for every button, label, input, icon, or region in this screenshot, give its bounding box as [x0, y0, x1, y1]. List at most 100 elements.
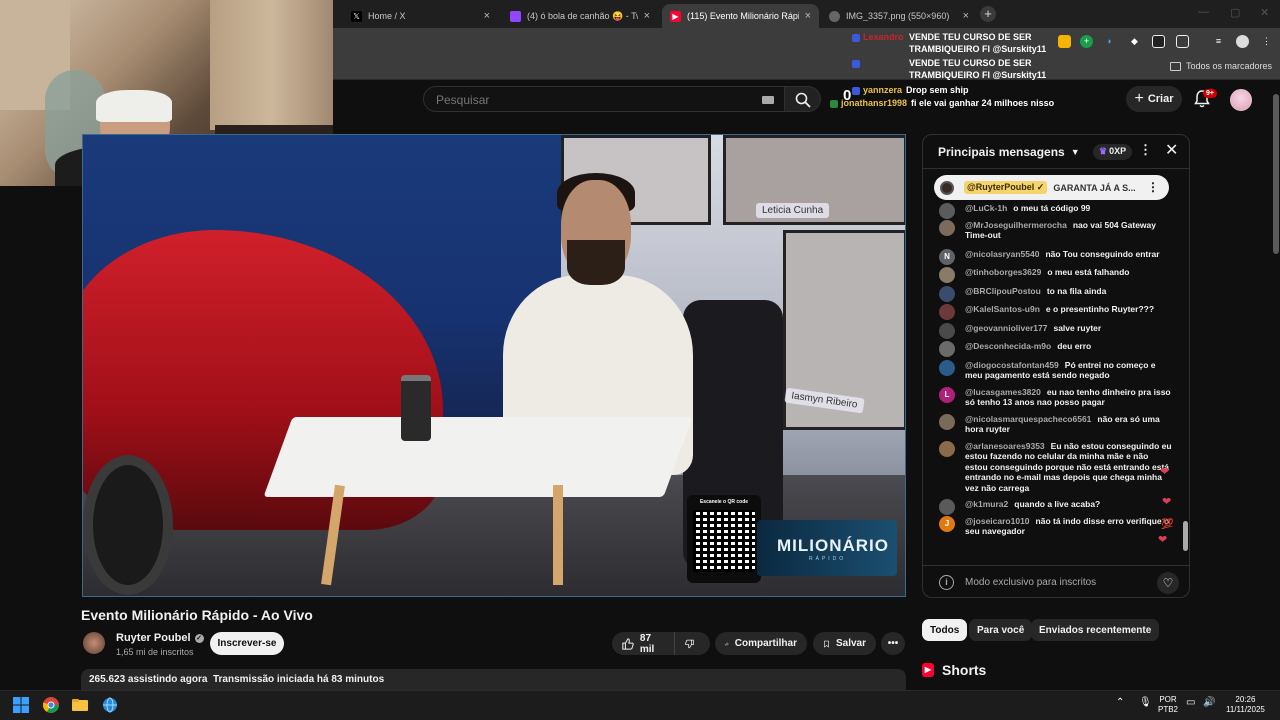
- video-player[interactable]: Leticia Cunha Iasmyn Ribeiro Escaneie o …: [82, 134, 906, 597]
- close-icon[interactable]: ×: [484, 10, 490, 22]
- tab-youtube-active[interactable]: ▶ (115) Evento Milionário Rápido ×: [662, 4, 819, 28]
- save-button[interactable]: Salvar: [813, 632, 876, 655]
- search-input[interactable]: [436, 92, 736, 108]
- close-chat-icon[interactable]: ✕: [1165, 140, 1178, 160]
- more-actions-button[interactable]: •••: [881, 632, 905, 655]
- chat-message[interactable]: @KalelSantos-u9n e o presentinho Ruyter??…: [937, 304, 1172, 320]
- chat-username[interactable]: @nicolasryan5540: [965, 249, 1039, 259]
- subscribe-button[interactable]: Inscrever-se: [210, 632, 284, 655]
- chat-mode-dropdown[interactable]: Principais mensagens ▼: [938, 145, 1080, 159]
- extension-icon[interactable]: ◆: [1128, 35, 1141, 48]
- chat-text: o meu tá código 99: [1013, 203, 1091, 213]
- chat-message[interactable]: @tinhoborges3629 o meu está falhando: [937, 267, 1172, 283]
- chat-username[interactable]: @KalelSantos-u9n: [965, 304, 1040, 314]
- chat-message[interactable]: @LuCk-1h o meu tá código 99: [937, 203, 1172, 219]
- language-indicator[interactable]: POR PTB2: [1158, 695, 1178, 715]
- xp-badge[interactable]: ♛ 0XP: [1093, 144, 1133, 160]
- badge-icon: [852, 33, 860, 42]
- chip-enviados-recentemente[interactable]: Enviados recentemente: [1031, 619, 1160, 641]
- tab-twitch[interactable]: (4) ó bola de canhão 😝 - Twitch ×: [502, 4, 658, 28]
- chat-username[interactable]: @k1mura2: [965, 499, 1008, 509]
- chat-username[interactable]: @tinhoborges3629: [965, 267, 1041, 277]
- avatar: [939, 285, 955, 302]
- menu-kebab-icon[interactable]: ⋮: [1260, 35, 1273, 48]
- puzzle-icon[interactable]: [1176, 35, 1189, 48]
- chat-username[interactable]: @diogocostafontan459: [965, 360, 1059, 370]
- chat-username[interactable]: @MrJoseguilhermerocha: [965, 220, 1067, 230]
- chat-username[interactable]: @arlanesoares9353: [965, 441, 1045, 451]
- overlay-chat-text: VENDE TEU CURSO DE SER: [909, 32, 1032, 42]
- description-box[interactable]: 265.623 assistindo agora Transmissão ini…: [81, 669, 906, 691]
- chat-message[interactable]: @arlanesoares9353 Eu não estou conseguind…: [937, 440, 1172, 494]
- close-icon[interactable]: ×: [805, 10, 811, 22]
- page-scroll-thumb[interactable]: [1273, 94, 1279, 254]
- tray-chevron-up-icon[interactable]: ⌃: [1116, 698, 1124, 708]
- search-button[interactable]: [785, 86, 821, 112]
- chat-scroll-thumb[interactable]: [1183, 521, 1188, 551]
- channel-name[interactable]: Ruyter Poubel ✓: [116, 632, 204, 644]
- chat-message[interactable]: @MrJoseguilhermerocha nao vai 504 Gateway…: [937, 219, 1172, 241]
- extension-icon[interactable]: ◗: [1103, 35, 1116, 48]
- chat-message[interactable]: @geovannioliver177 salve ruyter: [937, 322, 1172, 339]
- extension-icon[interactable]: +: [1080, 35, 1093, 48]
- chat-username[interactable]: @BRClipouPostou: [965, 286, 1041, 296]
- chat-message[interactable]: @nicolasmarquespacheco6561 não era só uma…: [937, 413, 1172, 435]
- chat-menu-icon[interactable]: ⋮: [1139, 142, 1152, 158]
- close-icon[interactable]: ×: [644, 10, 650, 22]
- network-icon[interactable]: ▭: [1186, 698, 1195, 708]
- new-tab-button[interactable]: +: [980, 6, 996, 22]
- heart-reaction-icon: ❤: [1160, 466, 1170, 478]
- pinned-message[interactable]: @RuyterPoubel ✓ GARANTA JÁ A S... ⋮: [934, 175, 1169, 200]
- tab-home-x[interactable]: 𝕏 Home / X ×: [343, 4, 498, 28]
- maximize-icon[interactable]: ▢: [1230, 6, 1240, 19]
- avatar: [939, 440, 955, 457]
- file-explorer-icon[interactable]: [72, 697, 88, 713]
- volume-icon[interactable]: 🔊: [1203, 698, 1215, 708]
- globe-app-icon[interactable]: [102, 697, 118, 713]
- chat-message[interactable]: J @joseicaro1010 não tá indo disse erro ve…: [937, 515, 1172, 537]
- chat-username[interactable]: @LuCk-1h: [965, 203, 1007, 213]
- create-button[interactable]: + Criar: [1126, 86, 1182, 112]
- windows-start-icon[interactable]: [13, 697, 29, 713]
- user-avatar[interactable]: [1230, 89, 1252, 111]
- share-button[interactable]: Compartilhar: [715, 632, 807, 655]
- info-icon[interactable]: i: [939, 575, 954, 590]
- chat-username[interactable]: @Desconhecida-m9o: [965, 341, 1051, 351]
- thumbs-up-icon: [622, 637, 634, 650]
- search-box[interactable]: [423, 86, 785, 112]
- chat-message[interactable]: @Desconhecida-m9o deu erro: [937, 341, 1172, 357]
- chat-scrollbar[interactable]: [1182, 169, 1189, 561]
- channel-avatar[interactable]: [83, 632, 105, 654]
- extension-icon[interactable]: [1058, 35, 1071, 48]
- close-window-icon[interactable]: ✕: [1260, 6, 1269, 19]
- dislike-button[interactable]: [674, 632, 710, 655]
- chat-message[interactable]: @k1mura2 quando a live acaba?: [937, 499, 1172, 515]
- chat-message[interactable]: @BRClipouPostou to na fila ainda: [937, 285, 1172, 302]
- like-button[interactable]: 87 mil: [612, 632, 674, 655]
- chat-message[interactable]: L @lucasgames3820 eu nao tenho dinheiro pr…: [937, 386, 1172, 408]
- chip-para-voce[interactable]: Para você: [969, 619, 1033, 641]
- chip-todos[interactable]: Todos: [922, 619, 968, 641]
- chat-username[interactable]: @geovannioliver177: [965, 323, 1047, 333]
- chat-message[interactable]: N @nicolasryan5540 não Tou conseguindo ent…: [937, 248, 1172, 265]
- close-icon[interactable]: ×: [963, 10, 969, 22]
- profile-avatar-icon[interactable]: [1236, 35, 1249, 48]
- chat-username[interactable]: @lucasgames3820: [965, 387, 1041, 397]
- avatar: [939, 267, 955, 283]
- chat-message[interactable]: @diogocostafontan459 Pó entrei no começo …: [937, 359, 1172, 381]
- page-scrollbar[interactable]: [1272, 84, 1280, 690]
- media-control-icon[interactable]: ≡: [1212, 35, 1225, 48]
- chat-username[interactable]: @nicolasmarquespacheco6561: [965, 414, 1091, 424]
- clock[interactable]: 20:26 11/11/2025: [1226, 695, 1265, 715]
- keyboard-icon[interactable]: [762, 96, 774, 104]
- reaction-heart-button[interactable]: ♡: [1157, 572, 1179, 594]
- chat-username[interactable]: @joseicaro1010: [965, 516, 1030, 526]
- tab-image[interactable]: IMG_3357.png (550×960) ×: [821, 4, 977, 28]
- minimize-icon[interactable]: —: [1198, 6, 1209, 18]
- microphone-icon[interactable]: 🎙: [1139, 698, 1152, 708]
- chrome-icon[interactable]: [43, 697, 59, 713]
- pinned-menu-icon[interactable]: ⋮: [1147, 180, 1159, 194]
- extension-icon[interactable]: [1152, 35, 1165, 48]
- chat-text: e o presentinho Ruyter???: [1045, 304, 1155, 314]
- all-bookmarks[interactable]: Todos os marcadores: [1169, 61, 1272, 71]
